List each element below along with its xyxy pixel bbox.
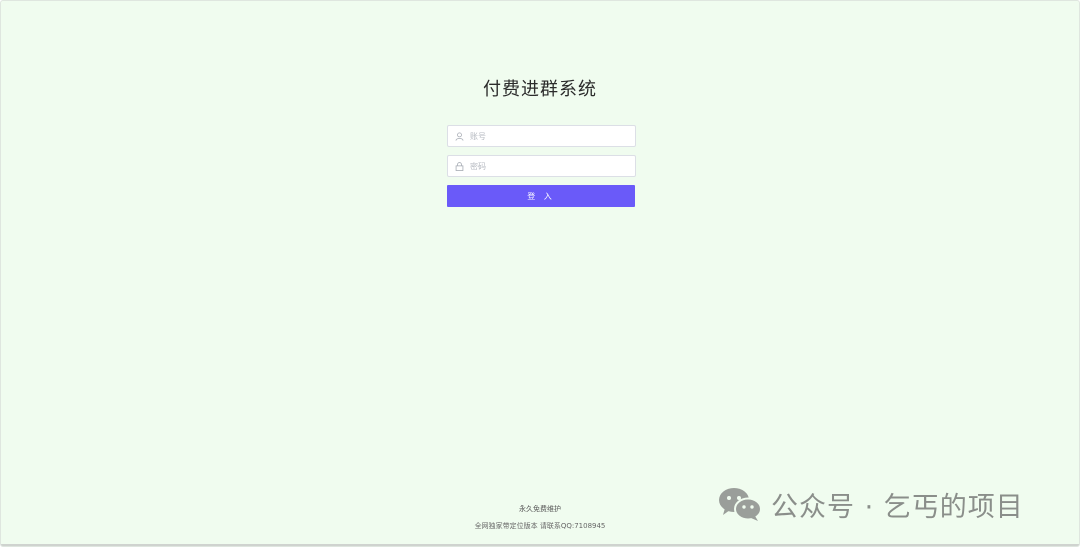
user-icon bbox=[455, 131, 464, 141]
watermark-text: 公众号 · 乞丐的项目 bbox=[771, 491, 1024, 523]
bottom-divider bbox=[1, 544, 1079, 546]
username-input[interactable] bbox=[470, 131, 620, 141]
login-page: 付费进群系统 登 入 永久免费维护 全网独家带定位版本 请联系QQ:710894… bbox=[0, 0, 1080, 547]
wechat-icon bbox=[717, 486, 763, 522]
page-title: 付费进群系统 bbox=[483, 79, 597, 100]
password-field[interactable] bbox=[447, 155, 636, 177]
watermark: 公众号 · 乞丐的项目 bbox=[717, 485, 1024, 523]
username-field[interactable] bbox=[447, 125, 636, 147]
login-button[interactable]: 登 入 bbox=[447, 185, 635, 207]
password-input[interactable] bbox=[470, 161, 620, 171]
lock-icon bbox=[455, 161, 464, 171]
